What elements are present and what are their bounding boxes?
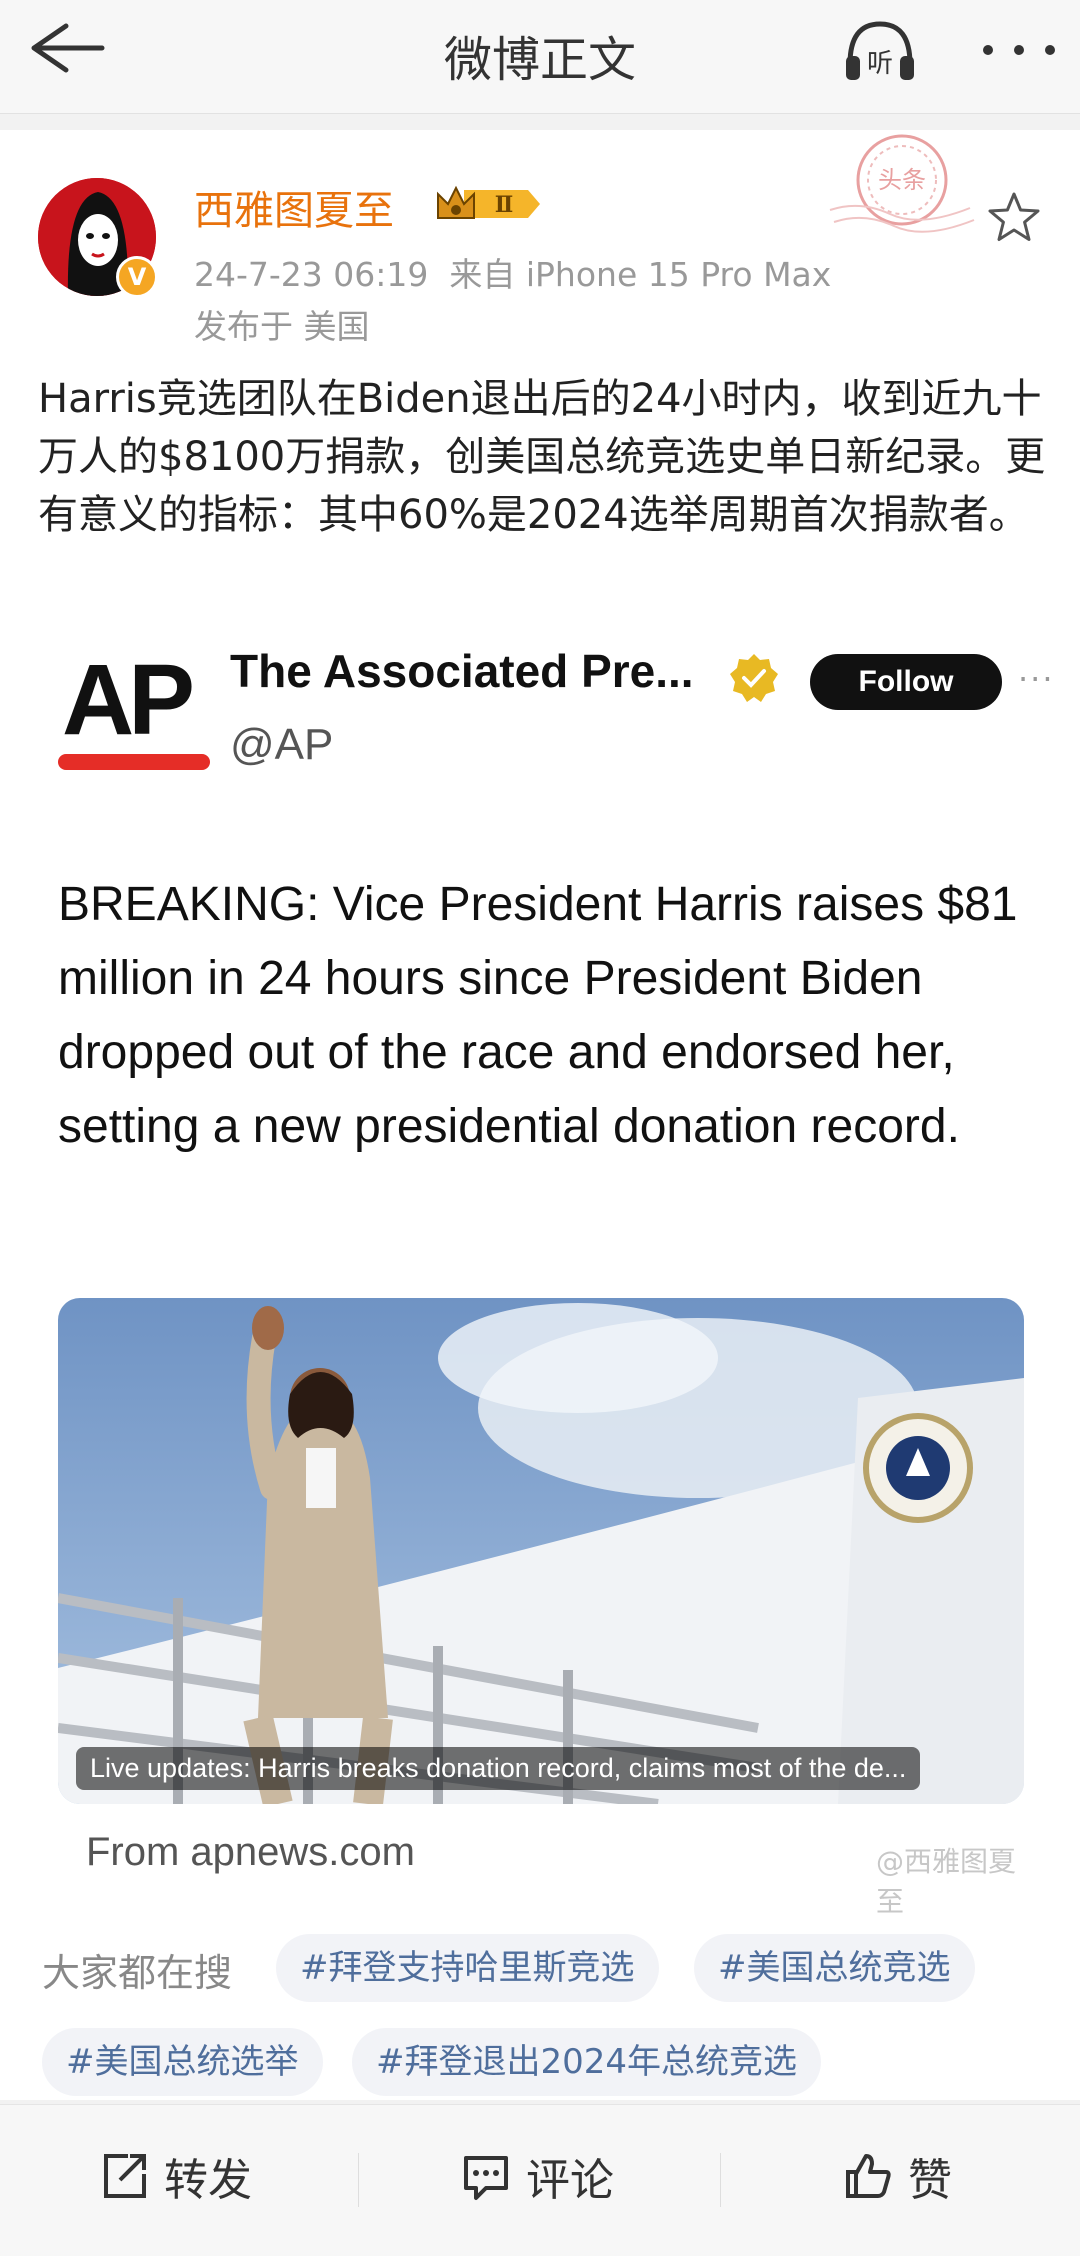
embedded-screenshot[interactable]: AP The Associated Pre... @AP Follow ··· … <box>38 628 1053 2028</box>
photo-illustration <box>58 1298 1024 1804</box>
repost-label: 转发 <box>164 2155 252 2206</box>
follow-button[interactable]: Follow <box>810 654 1002 710</box>
listen-label: 听 <box>867 49 893 79</box>
embed-more-icon[interactable]: ··· <box>1018 660 1055 698</box>
bottom-action-bar: 转发 评论 赞 <box>0 2104 1080 2256</box>
post-meta: 24-7-23 06:19 来自 iPhone 15 Pro Max <box>194 248 831 296</box>
more-dots-icon[interactable] <box>978 30 1060 70</box>
verified-badge: V <box>116 256 158 298</box>
trending-tag[interactable]: #拜登退出2024年总统竞选 <box>352 2028 822 2096</box>
top-nav-bar: 微博正文 听 <box>0 0 1080 114</box>
post-time: 24-7-23 06:19 <box>194 255 429 294</box>
like-label: 赞 <box>908 2155 952 2206</box>
post-location: 发布于 美国 <box>194 307 370 346</box>
trending-tag[interactable]: #拜登支持哈里斯竞选 <box>276 1934 659 2002</box>
link-source[interactable]: From apnews.com <box>86 1830 415 1875</box>
post-card: V 西雅图夏至 Ⅱ 24-7-23 06:19 来自 iPhone 15 Pro… <box>0 130 1080 2100</box>
trending-label: 大家都在搜 <box>42 1951 233 1995</box>
vip-crown-icon: Ⅱ <box>437 185 540 219</box>
account-name: The Associated Pre... <box>230 645 694 697</box>
ap-logo-text: AP <box>62 644 192 756</box>
post-text: Harris竞选团队在Biden退出后的24小时内，收到近九十万人的$8100万… <box>38 376 1046 538</box>
image-caption: Live updates: Harris breaks donation rec… <box>76 1747 921 1790</box>
headline-stamp-icon: 头条 <box>829 134 975 233</box>
comment-label: 评论 <box>526 2155 614 2206</box>
headphones-listen-icon[interactable]: 听 <box>840 16 920 86</box>
comment-button[interactable]: 评论 <box>460 2141 614 2211</box>
repost-icon <box>104 2154 146 2198</box>
stamp-text: 头条 <box>878 166 926 194</box>
trending-tag[interactable]: #美国总统选举 <box>42 2028 323 2096</box>
author-name[interactable]: 西雅图夏至 <box>194 178 394 236</box>
thumbs-up-icon <box>846 2154 891 2198</box>
comment-icon <box>464 2156 508 2200</box>
news-photo[interactable]: Live updates: Harris breaks donation rec… <box>58 1298 1024 1804</box>
ap-logo: AP <box>58 642 214 772</box>
verified-check-icon <box>730 654 778 702</box>
like-button[interactable]: 赞 <box>842 2141 952 2211</box>
divider <box>358 2153 359 2207</box>
account-handle: @AP <box>230 720 334 769</box>
weibo-watermark: @西雅图夏至 <box>876 1845 1017 1918</box>
trending-tag[interactable]: #美国总统竞选 <box>694 1934 975 2002</box>
post-source: 来自 iPhone 15 Pro Max <box>449 255 832 294</box>
tweet-headline: BREAKING: Vice President Harris raises $… <box>58 878 1018 1153</box>
divider <box>720 2153 721 2207</box>
repost-button[interactable]: 转发 <box>98 2141 252 2211</box>
favorite-star-icon[interactable] <box>986 190 1042 246</box>
vip-level: Ⅱ <box>495 192 514 218</box>
